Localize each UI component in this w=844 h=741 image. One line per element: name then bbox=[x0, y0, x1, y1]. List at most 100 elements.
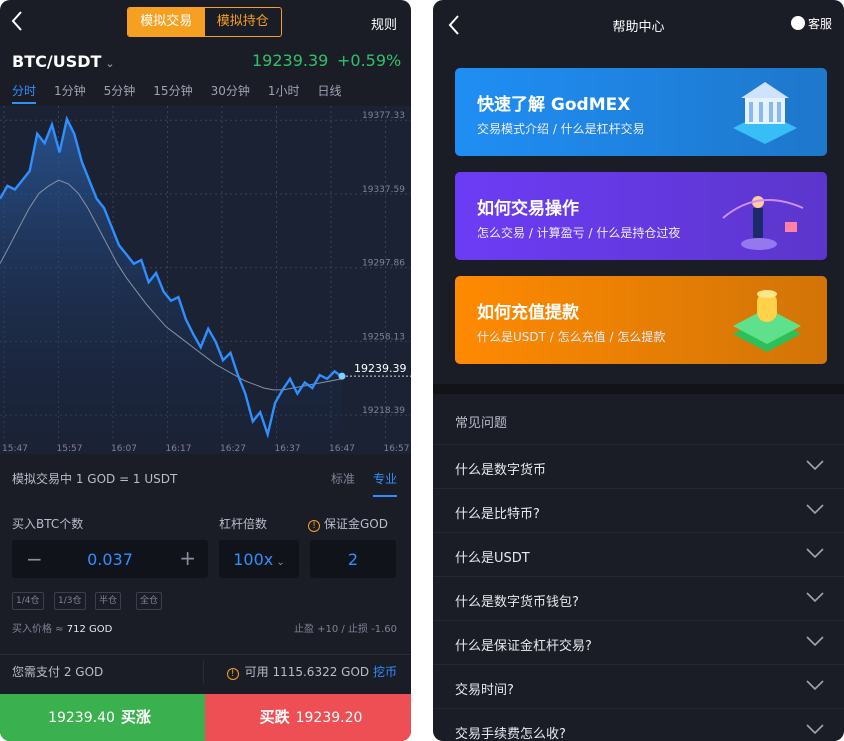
leverage-value: 100x ⌄ bbox=[233, 550, 285, 569]
card-how-to-trade[interactable]: 如何交易操作 怎么交易 / 计算盈亏 / 什么是持仓过夜 bbox=[455, 172, 827, 260]
faq-title: 常见问题 bbox=[455, 416, 508, 431]
price-chart[interactable]: 19377.33 19337.59 19297.86 19258.13 19218.39… bbox=[0, 106, 411, 454]
pair-selector[interactable]: BTC/USDT ⌄ bbox=[12, 52, 115, 71]
buy-price-row: 买入价格 ≈ 712 GOD bbox=[12, 624, 113, 635]
interval-tabs: 分时 1分钟 5分钟 15分钟 30分钟 1小时 日线 bbox=[0, 82, 411, 106]
card-title: 如何交易操作 bbox=[477, 199, 579, 219]
page-title: 帮助中心 bbox=[612, 20, 665, 35]
section-divider bbox=[433, 384, 844, 394]
y-tick-label: 19258.13 bbox=[362, 332, 405, 342]
card-subtitle: 什么是USDT / 怎么充值 / 怎么提款 bbox=[477, 330, 666, 344]
tab-simulated-position[interactable]: 模拟持仓 bbox=[205, 8, 282, 36]
fraction-quarter[interactable]: 1/4仓 bbox=[12, 592, 44, 610]
mine-link[interactable]: 挖币 bbox=[373, 665, 397, 679]
bank-icon bbox=[733, 82, 797, 144]
customer-service-button[interactable]: 客服 bbox=[790, 15, 832, 32]
x-tick-label: 16:57 bbox=[384, 444, 410, 454]
faq-item[interactable]: 什么是保证金杠杆交易? bbox=[433, 620, 844, 664]
card-deposit-withdraw[interactable]: 如何充值提款 什么是USDT / 怎么充值 / 怎么提款 bbox=[455, 276, 827, 364]
card-intro[interactable]: 快速了解 GodMEX 交易模式介绍 / 什么是杠杆交易 bbox=[455, 68, 827, 156]
x-tick-label: 16:27 bbox=[220, 444, 246, 454]
top-bar: 模拟交易 模拟持仓 规则 bbox=[0, 0, 411, 44]
chevron-down-icon[interactable] bbox=[806, 459, 824, 471]
leverage-select[interactable]: 100x ⌄ bbox=[219, 540, 299, 578]
faq-item[interactable]: 什么是USDT bbox=[433, 532, 844, 576]
trading-screen: 模拟交易 模拟持仓 规则 BTC/USDT ⌄ 19239.39 +0.59% 分… bbox=[0, 0, 411, 741]
y-tick-label: 19377.33 bbox=[362, 111, 405, 121]
chevron-down-icon[interactable] bbox=[806, 679, 824, 691]
tab-interval-30m[interactable]: 30分钟 bbox=[211, 82, 250, 106]
trader-icon bbox=[722, 196, 804, 250]
card-subtitle: 怎么交易 / 计算盈亏 / 什么是持仓过夜 bbox=[477, 226, 681, 240]
faq-item[interactable]: 什么是数字货币 bbox=[433, 444, 844, 488]
amount-stepper[interactable]: − 0.037 + bbox=[12, 540, 208, 578]
sim-info: 模拟交易中 1 GOD = 1 USDT bbox=[12, 472, 178, 486]
headset-icon bbox=[790, 16, 805, 30]
faq-question: 交易手续费怎么收? bbox=[455, 727, 566, 741]
x-tick-label: 16:47 bbox=[329, 444, 355, 454]
faq-question: 交易时间? bbox=[455, 683, 514, 698]
x-tick-label: 16:07 bbox=[111, 444, 137, 454]
faq-item[interactable]: 交易手续费怎么收? bbox=[433, 708, 844, 741]
rules-link[interactable]: 规则 bbox=[371, 14, 397, 33]
tab-standard[interactable]: 标准 bbox=[331, 472, 355, 486]
buy-amount-label: 买入BTC个数 bbox=[12, 517, 84, 531]
chevron-down-icon[interactable] bbox=[806, 591, 824, 603]
x-tick-label: 16:17 bbox=[166, 444, 192, 454]
tp-sl: 止盈 +10 / 止损 -1.60 bbox=[293, 624, 397, 635]
warning-icon: ! bbox=[226, 668, 239, 680]
last-price: 19239.39 bbox=[252, 51, 329, 70]
faq-item[interactable]: 什么是数字货币钱包? bbox=[433, 576, 844, 620]
buy-down-button[interactable]: 买跌 19239.20 bbox=[205, 694, 411, 741]
faq-question: 什么是数字货币 bbox=[455, 463, 547, 478]
tab-interval-time[interactable]: 分时 bbox=[12, 82, 37, 106]
tab-interval-1h[interactable]: 1小时 bbox=[268, 82, 300, 106]
margin-value[interactable]: 2 bbox=[310, 550, 396, 569]
y-tick-label: 19297.86 bbox=[362, 259, 405, 269]
chevron-down-icon: ⌄ bbox=[105, 57, 115, 70]
current-price-label: 19239.39 bbox=[354, 362, 407, 375]
help-center-screen: 帮助中心 客服 快速了解 GodMEX 交易模式介绍 / 什么是杠杆交易 如何交… bbox=[433, 0, 844, 741]
tab-interval-15m[interactable]: 15分钟 bbox=[153, 82, 192, 106]
margin-label: 保证金GOD bbox=[324, 517, 388, 531]
tab-interval-1m[interactable]: 1分钟 bbox=[54, 82, 86, 106]
fraction-half[interactable]: 半仓 bbox=[95, 592, 122, 610]
y-tick-label: 19337.59 bbox=[362, 185, 405, 195]
info-icon[interactable]: ! bbox=[308, 520, 320, 532]
tab-pro[interactable]: 专业 bbox=[372, 472, 397, 497]
fraction-full[interactable]: 全仓 bbox=[136, 592, 163, 610]
fraction-third[interactable]: 1/3仓 bbox=[54, 592, 86, 610]
price-change: +0.59% bbox=[337, 51, 402, 70]
tab-simulated-trade[interactable]: 模拟交易 bbox=[128, 8, 205, 36]
faq-item[interactable]: 什么是比特币? bbox=[433, 488, 844, 532]
pair-label: BTC/USDT bbox=[12, 52, 102, 71]
faq-question: 什么是数字货币钱包? bbox=[455, 595, 579, 610]
margin-field[interactable]: 2 bbox=[310, 540, 396, 578]
x-tick-label: 15:47 bbox=[2, 444, 28, 454]
chevron-down-icon[interactable] bbox=[806, 723, 824, 735]
x-tick-label: 15:57 bbox=[57, 444, 83, 454]
card-title: 如何充值提款 bbox=[477, 303, 579, 323]
tab-interval-day[interactable]: 日线 bbox=[318, 82, 342, 106]
tab-interval-5m[interactable]: 5分钟 bbox=[104, 82, 136, 106]
card-title: 快速了解 GodMEX bbox=[477, 95, 631, 115]
money-icon bbox=[733, 290, 801, 352]
back-icon[interactable] bbox=[10, 10, 32, 32]
leverage-label: 杠杆倍数 bbox=[219, 517, 268, 531]
plus-button[interactable]: + bbox=[179, 546, 196, 570]
current-price-dot bbox=[338, 372, 346, 380]
faq-question: 什么是比特币? bbox=[455, 507, 540, 522]
faq-question: 什么是USDT bbox=[455, 551, 530, 566]
faq-item[interactable]: 交易时间? bbox=[433, 664, 844, 708]
mode-tabs: 标准 专业 bbox=[313, 470, 397, 497]
faq-question: 什么是保证金杠杆交易? bbox=[455, 639, 592, 654]
card-subtitle: 交易模式介绍 / 什么是杠杆交易 bbox=[477, 122, 645, 136]
divider bbox=[203, 661, 204, 683]
available-row: ! 可用 1115.6322 GOD 挖币 bbox=[226, 663, 397, 680]
y-tick-label: 19218.39 bbox=[362, 406, 405, 416]
need-pay: 您需支付 2 GOD bbox=[12, 665, 104, 679]
buy-up-button[interactable]: 19239.40 买涨 bbox=[0, 694, 205, 741]
chevron-down-icon[interactable] bbox=[806, 503, 824, 515]
chevron-down-icon[interactable] bbox=[806, 635, 824, 647]
chevron-down-icon[interactable] bbox=[806, 547, 824, 559]
